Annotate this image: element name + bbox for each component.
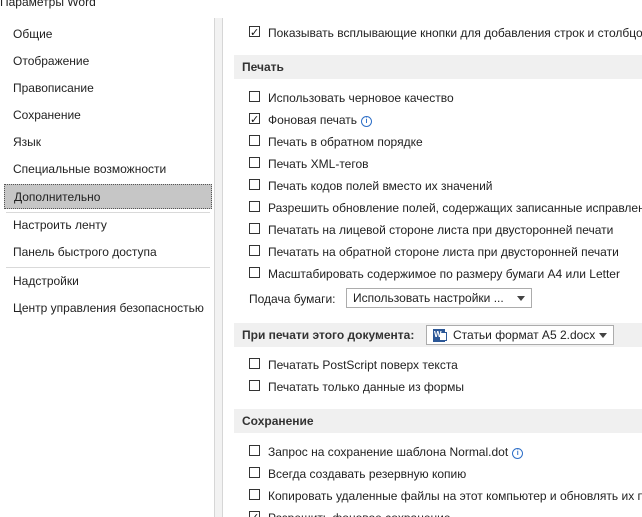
options-panel: Показывать всплывающие кнопки для добавл… bbox=[222, 18, 642, 517]
checkbox-checked[interactable] bbox=[249, 23, 260, 43]
section-header-print: Печать bbox=[234, 55, 642, 79]
splitter bbox=[215, 18, 222, 517]
chevron-down-icon bbox=[517, 296, 525, 301]
checkbox[interactable] bbox=[249, 223, 260, 234]
paper-feed-select[interactable]: Использовать настройки ... bbox=[346, 288, 532, 308]
paper-feed-label: Подача бумаги: bbox=[249, 292, 336, 306]
section-title: При печати этого документа: bbox=[242, 328, 415, 342]
checkbox[interactable] bbox=[249, 380, 260, 391]
checkbox[interactable] bbox=[249, 267, 260, 278]
sidebar-item-quick-access-toolbar[interactable]: Панель быстрого доступа bbox=[4, 240, 212, 265]
sidebar-item-customize-ribbon[interactable]: Настроить ленту bbox=[4, 213, 212, 238]
checkbox[interactable] bbox=[249, 179, 260, 190]
document-select[interactable]: Статьи формат А5 2.docx bbox=[426, 325, 614, 345]
sidebar-divider bbox=[6, 267, 210, 268]
sidebar: Общие Отображение Правописание Сохранени… bbox=[0, 18, 215, 517]
sidebar-item-addins[interactable]: Надстройки bbox=[4, 269, 212, 294]
checkbox[interactable] bbox=[249, 445, 260, 456]
word-document-icon bbox=[433, 329, 447, 342]
sidebar-item-proofing[interactable]: Правописание bbox=[4, 76, 212, 101]
checkbox[interactable] bbox=[249, 467, 260, 478]
checkbox[interactable] bbox=[249, 358, 260, 369]
sidebar-item-general[interactable]: Общие bbox=[4, 22, 212, 47]
sidebar-item-display[interactable]: Отображение bbox=[4, 49, 212, 74]
checkbox[interactable] bbox=[249, 201, 260, 212]
checkbox-checked[interactable] bbox=[249, 110, 260, 130]
info-icon[interactable]: i bbox=[512, 448, 524, 459]
sidebar-item-save[interactable]: Сохранение bbox=[4, 103, 212, 128]
checkbox[interactable] bbox=[249, 157, 260, 168]
section-title: Сохранение bbox=[242, 414, 314, 428]
info-icon[interactable]: i bbox=[361, 116, 373, 127]
checkbox[interactable] bbox=[249, 245, 260, 256]
checkbox[interactable] bbox=[249, 489, 260, 500]
checkbox[interactable] bbox=[249, 135, 260, 146]
window-title: Параметры Word bbox=[0, 0, 96, 9]
sidebar-item-advanced[interactable]: Дополнительно bbox=[4, 184, 212, 209]
sidebar-item-language[interactable]: Язык bbox=[4, 130, 212, 155]
chevron-down-icon bbox=[599, 333, 607, 338]
checkbox-checked[interactable] bbox=[249, 508, 260, 517]
sidebar-item-accessibility[interactable]: Специальные возможности bbox=[4, 157, 212, 182]
section-header-save: Сохранение bbox=[234, 409, 642, 433]
checkbox[interactable] bbox=[249, 91, 260, 102]
sidebar-item-trust-center[interactable]: Центр управления безопасностью bbox=[4, 296, 212, 321]
section-title: Печать bbox=[242, 60, 284, 74]
title-bar: Параметры Word bbox=[0, 0, 642, 14]
